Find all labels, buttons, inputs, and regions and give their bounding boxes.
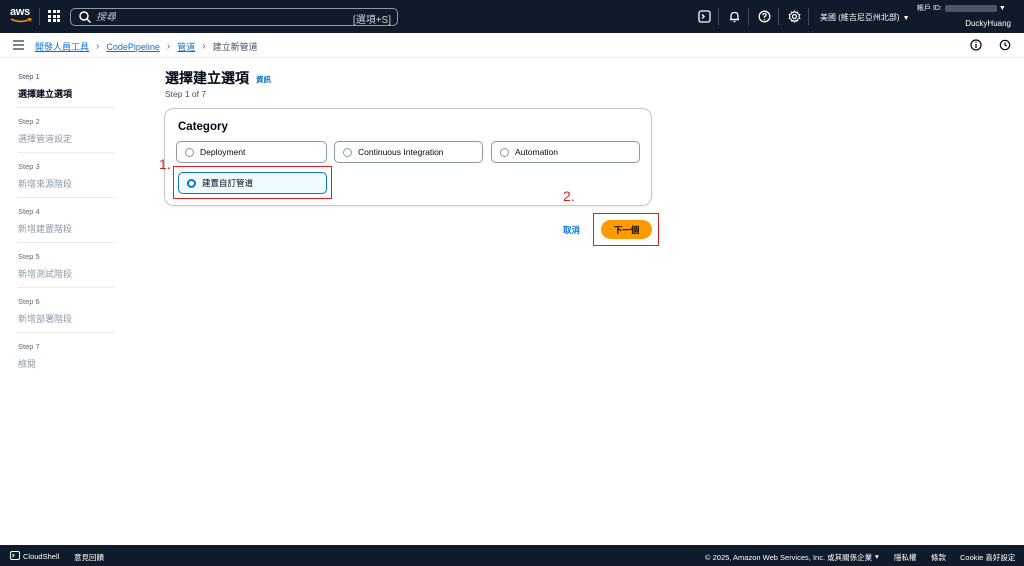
step-label: Step 1 bbox=[18, 72, 40, 81]
breadcrumb-codepipeline[interactable]: CodePipeline bbox=[106, 42, 160, 52]
footer-copyright: © 2025, Amazon Web Services, Inc. 或其關係企業 bbox=[705, 553, 873, 562]
annotation-highlight-1 bbox=[173, 166, 332, 199]
info-link[interactable]: 資訊 bbox=[256, 74, 271, 85]
bell-icon[interactable] bbox=[728, 10, 741, 23]
history-icon[interactable] bbox=[999, 39, 1011, 51]
account-menu[interactable]: 帳戶 ID: ▼ DuckyHuang bbox=[917, 3, 1017, 29]
nav-divider bbox=[718, 8, 719, 25]
gear-icon[interactable] bbox=[788, 10, 801, 23]
option-label: Continuous Integration bbox=[358, 147, 444, 157]
option-label: Automation bbox=[515, 147, 558, 157]
radio-button[interactable] bbox=[185, 147, 194, 157]
nav-divider bbox=[808, 8, 809, 25]
aws-logo[interactable]: aws bbox=[10, 6, 34, 26]
region-selector[interactable]: 美國 (維吉尼亞州北部) ▼ bbox=[820, 12, 910, 23]
option-label: Deployment bbox=[200, 147, 246, 157]
step-title: 檢閱 bbox=[18, 359, 37, 369]
step-title: 選擇建立選項 bbox=[18, 89, 73, 99]
cancel-button[interactable]: 取消 bbox=[563, 224, 580, 236]
radio-button[interactable] bbox=[343, 147, 352, 157]
cloudshell-icon[interactable] bbox=[10, 551, 20, 560]
footer: CloudShell 意見回饋 © 2025, Amazon Web Servi… bbox=[0, 545, 1024, 566]
search-icon bbox=[79, 11, 92, 24]
wizard-step-5: Step 5 新增測試階段 bbox=[18, 252, 115, 288]
step-title: 新增來源階段 bbox=[18, 179, 73, 189]
step-label: Step 2 bbox=[18, 117, 40, 126]
step-title: 新增部署階段 bbox=[18, 314, 73, 324]
chevron-right-icon: › bbox=[166, 41, 171, 52]
footer-cloudshell[interactable]: CloudShell bbox=[23, 552, 59, 561]
step-label: Step 5 bbox=[18, 252, 40, 261]
breadcrumb-current: 建立新管道 bbox=[212, 42, 258, 52]
search-input[interactable] bbox=[96, 11, 346, 23]
wizard-steps: Step 1 選擇建立選項 Step 2 選擇管道設定 Step 3 新增來源階… bbox=[18, 72, 115, 386]
nav-divider bbox=[39, 8, 40, 25]
chevron-right-icon: › bbox=[202, 41, 206, 52]
step-counter: Step 1 of 7 bbox=[165, 89, 207, 99]
step-label: Step 6 bbox=[18, 297, 40, 306]
step-label: Step 7 bbox=[18, 342, 40, 351]
wizard-step-2: Step 2 選擇管道設定 bbox=[18, 117, 115, 153]
services-grid-icon[interactable] bbox=[48, 10, 60, 22]
search-shortcut: [選項+S] bbox=[352, 15, 391, 26]
footer-feedback[interactable]: 意見回饋 bbox=[74, 552, 104, 563]
aws-logo-text: aws bbox=[10, 6, 30, 18]
option-automation[interactable]: Automation bbox=[491, 141, 640, 163]
account-id: 帳戶 ID: ▼ bbox=[917, 3, 1017, 13]
wizard-step-3: Step 3 新增來源階段 bbox=[18, 162, 115, 198]
caret-down-icon: ▼ bbox=[902, 15, 910, 22]
step-title: 選擇管道設定 bbox=[18, 134, 73, 144]
caret-down-icon: ▾ bbox=[875, 552, 879, 561]
caret-down-icon: ▼ bbox=[998, 4, 1006, 12]
account-id-label: 帳戶 ID: bbox=[917, 5, 942, 12]
footer-cookie-preferences[interactable]: Cookie 喜好設定 bbox=[960, 552, 1015, 563]
wizard-step-7: Step 7 檢閱 bbox=[18, 342, 115, 377]
aws-smile-icon bbox=[10, 18, 32, 23]
region-label: 美國 (維吉尼亞州北部) bbox=[820, 13, 900, 22]
annotation-label-2: 2. bbox=[563, 188, 575, 204]
cloudshell-icon[interactable] bbox=[698, 10, 711, 23]
step-label: Step 4 bbox=[18, 207, 40, 216]
step-label: Step 3 bbox=[18, 162, 40, 171]
wizard-step-4: Step 4 新增建置階段 bbox=[18, 207, 115, 243]
nav-divider bbox=[778, 8, 779, 25]
hamburger-menu-icon[interactable] bbox=[13, 40, 24, 50]
breadcrumb-developer-tools[interactable]: 開發人員工具 bbox=[35, 40, 89, 53]
footer-terms[interactable]: 條款 bbox=[931, 552, 946, 563]
nav-divider bbox=[748, 8, 749, 25]
chevron-right-icon: › bbox=[96, 41, 100, 52]
option-deployment[interactable]: Deployment bbox=[176, 141, 327, 163]
annotation-label-1: 1. bbox=[159, 156, 171, 172]
radio-button[interactable] bbox=[500, 147, 509, 157]
breadcrumb-pipelines[interactable]: 管道 bbox=[177, 40, 195, 53]
top-navigation: aws [選項+S] 美國 (維吉尼亞州北部)▼ bbox=[0, 0, 1024, 33]
footer-privacy[interactable]: 隱私權 bbox=[894, 552, 917, 563]
option-continuous-integration[interactable]: Continuous Integration bbox=[334, 141, 483, 163]
next-button[interactable]: 下一個 bbox=[601, 220, 652, 239]
help-icon[interactable] bbox=[758, 10, 771, 23]
wizard-step-6: Step 6 新增部署階段 bbox=[18, 297, 115, 333]
account-id-redacted bbox=[944, 4, 997, 12]
breadcrumb: 開發人員工具 › CodePipeline › 管道 › 建立新管道 bbox=[35, 40, 258, 53]
user-name: DuckyHuang bbox=[965, 19, 1011, 28]
step-title: 新增測試階段 bbox=[18, 269, 73, 279]
category-title: Category bbox=[178, 121, 228, 133]
wizard-step-1: Step 1 選擇建立選項 bbox=[18, 72, 115, 108]
step-title: 新增建置階段 bbox=[18, 224, 73, 234]
search-box[interactable]: [選項+S] bbox=[70, 8, 398, 26]
page-title: 選擇建立選項 bbox=[165, 70, 249, 86]
breadcrumb-bar: 開發人員工具 › CodePipeline › 管道 › 建立新管道 bbox=[0, 33, 1024, 58]
info-icon[interactable] bbox=[970, 39, 982, 51]
